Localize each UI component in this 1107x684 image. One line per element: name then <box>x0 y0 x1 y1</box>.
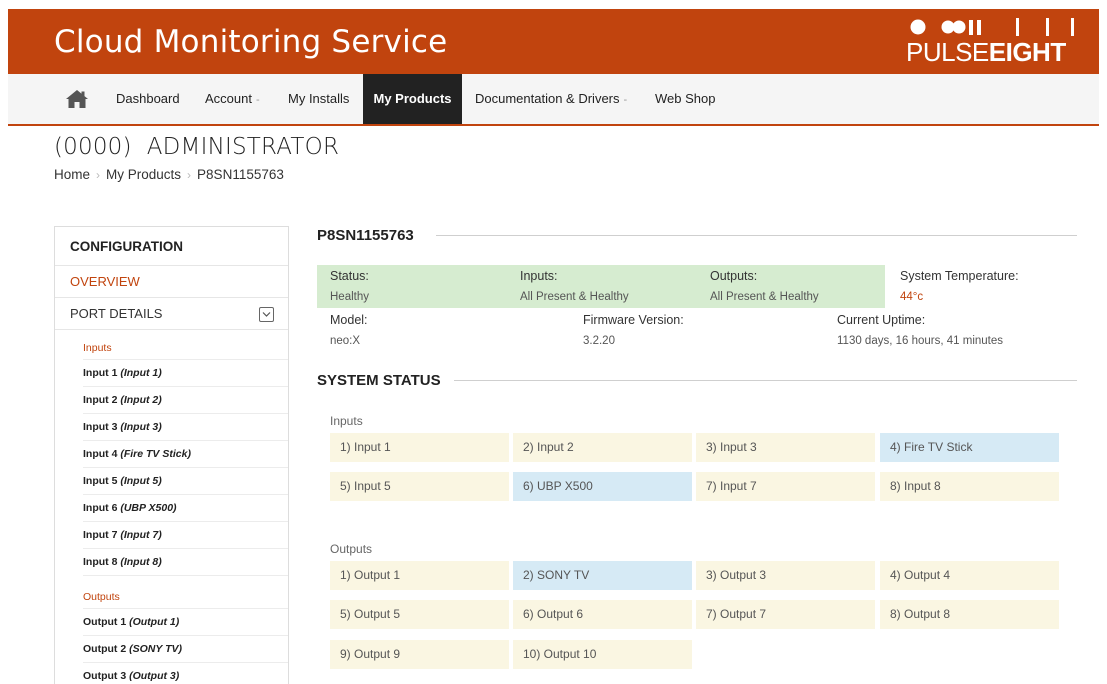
nav-my-products[interactable]: My Products <box>363 74 462 124</box>
sidebar-input-7[interactable]: Input 7 (Input 7) <box>83 522 288 549</box>
model-value: neo:X <box>330 335 361 347</box>
output-tile-8[interactable]: 8) Output 8 <box>880 600 1059 629</box>
outputs-status-value: All Present & Healthy <box>710 291 819 303</box>
sidebar-input-6[interactable]: Input 6 (UBP X500) <box>83 495 288 522</box>
main-nav: Dashboard Account - My Installs My Produc… <box>8 74 1099 126</box>
current-uptime-label: Current Uptime: <box>837 313 926 327</box>
input-tile-7[interactable]: 7) Input 7 <box>696 472 875 501</box>
output-tile-3[interactable]: 3) Output 3 <box>696 561 875 590</box>
output-tile-10[interactable]: 10) Output 10 <box>513 640 692 669</box>
sidebar-input-2[interactable]: Input 2 (Input 2) <box>83 387 288 414</box>
model-label: Model: <box>330 313 368 327</box>
breadcrumb-my-products[interactable]: My Products <box>106 167 181 182</box>
sidebar-input-4[interactable]: Input 4 (Fire TV Stick) <box>83 441 288 468</box>
input-tile-2[interactable]: 2) Input 2 <box>513 433 692 462</box>
account-name: (0000) ADMINISTRATOR <box>54 134 340 160</box>
output-tile-2[interactable]: 2) SONY TV <box>513 561 692 590</box>
sidebar-input-8[interactable]: Input 8 (Input 8) <box>83 549 288 576</box>
product-serial-title: P8SN1155763 <box>317 227 414 244</box>
section-divider <box>454 380 1077 381</box>
nav-documentation-drivers[interactable]: Documentation & Drivers - <box>462 74 640 124</box>
input-tile-4[interactable]: 4) Fire TV Stick <box>880 433 1059 462</box>
sidebar-item-overview[interactable]: OVERVIEW <box>55 266 288 298</box>
nav-web-shop[interactable]: Web Shop <box>642 74 728 124</box>
system-status-title: SYSTEM STATUS <box>317 372 441 389</box>
inputs-status-value: All Present & Healthy <box>520 291 629 303</box>
system-status-outputs-label: Outputs <box>330 542 373 556</box>
sidebar-output-1[interactable]: Output 1 (Output 1) <box>83 609 288 636</box>
system-temperature-label: System Temperature: <box>900 269 1019 283</box>
collapse-toggle[interactable] <box>259 307 274 322</box>
current-uptime-value: 1130 days, 16 hours, 41 minutes <box>837 335 1004 347</box>
output-tile-1[interactable]: 1) Output 1 <box>330 561 509 590</box>
pulse-eight-logo[interactable]: PULSEEIGHT <box>906 15 1076 69</box>
breadcrumb-current: P8SN1155763 <box>197 167 284 182</box>
firmware-version-value: 3.2.20 <box>583 335 615 347</box>
firmware-version-label: Firmware Version: <box>583 313 684 327</box>
output-tile-6[interactable]: 6) Output 6 <box>513 600 692 629</box>
breadcrumb-separator-icon: › <box>187 168 192 182</box>
sidebar-category-outputs: Outputs <box>83 585 288 609</box>
breadcrumb-home[interactable]: Home <box>54 167 90 182</box>
sidebar-header: CONFIGURATION <box>55 227 288 266</box>
breadcrumb: Home › My Products › P8SN1155763 <box>54 167 284 182</box>
sidebar-input-1[interactable]: Input 1 (Input 1) <box>83 360 288 387</box>
inputs-status-label: Inputs: <box>520 269 558 283</box>
sidebar-input-5[interactable]: Input 5 (Input 5) <box>83 468 288 495</box>
input-tile-1[interactable]: 1) Input 1 <box>330 433 509 462</box>
nav-my-installs[interactable]: My Installs <box>275 74 362 124</box>
input-tile-3[interactable]: 3) Input 3 <box>696 433 875 462</box>
status-value: Healthy <box>330 291 369 303</box>
logo-wordmark: PULSEEIGHT <box>906 37 1066 67</box>
input-tile-6[interactable]: 6) UBP X500 <box>513 472 692 501</box>
sidebar-output-3[interactable]: Output 3 (Output 3) <box>83 663 288 684</box>
nav-dashboard[interactable]: Dashboard <box>103 74 193 124</box>
output-tile-5[interactable]: 5) Output 5 <box>330 600 509 629</box>
configuration-sidebar: CONFIGURATION OVERVIEW PORT DETAILS Inpu… <box>54 226 289 684</box>
sidebar-category-inputs: Inputs <box>83 336 288 360</box>
nav-account[interactable]: Account - <box>192 74 273 124</box>
sidebar-input-3[interactable]: Input 3 (Input 3) <box>83 414 288 441</box>
sidebar-output-2[interactable]: Output 2 (SONY TV) <box>83 636 288 663</box>
breadcrumb-separator-icon: › <box>96 168 101 182</box>
system-status-inputs-label: Inputs <box>330 414 363 428</box>
sidebar-item-port-details[interactable]: PORT DETAILS <box>55 298 288 330</box>
app-title: Cloud Monitoring Service <box>54 24 448 60</box>
outputs-status-label: Outputs: <box>710 269 758 283</box>
input-tile-8[interactable]: 8) Input 8 <box>880 472 1059 501</box>
input-tile-5[interactable]: 5) Input 5 <box>330 472 509 501</box>
output-tile-7[interactable]: 7) Output 7 <box>696 600 875 629</box>
logo-dots-icon <box>910 18 1074 36</box>
system-temperature-value: 44°c <box>900 291 924 303</box>
output-tile-4[interactable]: 4) Output 4 <box>880 561 1059 590</box>
output-tile-9[interactable]: 9) Output 9 <box>330 640 509 669</box>
section-divider <box>436 235 1077 236</box>
status-label: Status: <box>330 269 369 283</box>
app-header: Cloud Monitoring Service PULSEEIGHT <box>8 9 1099 74</box>
home-icon[interactable] <box>65 89 89 109</box>
chevron-down-icon <box>262 312 271 317</box>
sidebar-item-label: PORT DETAILS <box>70 306 163 321</box>
